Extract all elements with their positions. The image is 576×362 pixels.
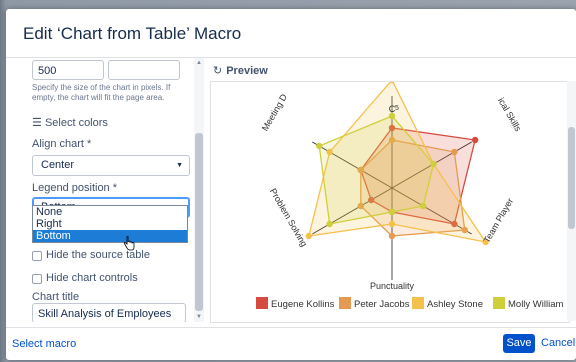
radar-axis-label: Punctuality (370, 281, 415, 291)
scroll-up-icon: ▲ (196, 60, 202, 66)
align-chart-label: Align chart * (32, 138, 92, 150)
macro-dialog: Edit ‘Chart from Table’ Macro 500 Specif… (6, 9, 576, 360)
radar-point (388, 220, 396, 228)
preview-scroll-thumb[interactable] (568, 127, 575, 229)
hide-source-checkbox[interactable] (32, 251, 42, 261)
radar-point (388, 232, 396, 240)
dropdown-option-right[interactable]: Right (33, 218, 187, 230)
select-macro-link[interactable]: Select macro (12, 338, 76, 350)
dropdown-option-none[interactable]: None (33, 206, 187, 218)
radar-scale-tick: 5 (395, 105, 399, 112)
chart-preview: ical Skills Team Player Punctuality Problem… (210, 81, 570, 323)
legend-label: Peter Jacobs (354, 299, 410, 310)
legend-swatch (256, 297, 268, 309)
list-icon: ☰ (32, 117, 42, 129)
radar-axis-label: Meeting D (260, 92, 289, 133)
width-hint: Specify the size of the chart in pixels.… (32, 83, 171, 102)
chart-title-label: Chart title (32, 291, 80, 303)
footer-divider (6, 327, 576, 328)
cancel-button[interactable]: Cancel (541, 334, 575, 353)
hide-controls-checkbox[interactable] (32, 274, 42, 284)
preview-heading[interactable]: ↻ Preview (213, 64, 268, 77)
dropdown-option-bottom[interactable]: Bottom (33, 230, 187, 242)
dropdown-caret-icon: ▼ (176, 162, 183, 169)
dialog-title: Edit ‘Chart from Table’ Macro (23, 24, 242, 43)
legend-position-dropdown: None Right Bottom (32, 205, 188, 243)
radar-point (419, 202, 427, 210)
radar-point (316, 142, 323, 150)
scroll-thumb[interactable] (195, 133, 203, 311)
radar-point (388, 208, 396, 216)
radar-axis-label: Team Player (482, 196, 516, 244)
legend-position-label: Legend position * (32, 182, 118, 194)
legend-swatch (493, 297, 505, 309)
settings-panel: 500 Specify the size of the chart in pix… (6, 58, 203, 322)
select-colors-label: Select colors (44, 117, 108, 129)
select-colors-link[interactable]: ☰ Select colors (32, 116, 108, 129)
settings-scrollbar[interactable]: ▲ ▼ (194, 58, 204, 322)
save-button[interactable]: Save (503, 334, 535, 353)
hide-controls-label: Hide chart controls (46, 272, 138, 284)
radar-point (326, 220, 333, 228)
width-input[interactable]: 500 (32, 60, 104, 80)
radar-axis-label: ical Skills (496, 96, 523, 133)
align-chart-select[interactable]: Center ▼ (32, 155, 190, 176)
chart-title-input[interactable]: Skill Analysis of Employees (32, 303, 186, 322)
legend-swatch (412, 297, 424, 309)
legend-label: Molly William (508, 299, 564, 310)
legend-label: Eugene Kollins (271, 299, 335, 310)
scroll-down-icon: ▼ (196, 314, 202, 320)
preview-scrollbar[interactable] (567, 81, 576, 321)
legend-label: Ashley Stone (427, 299, 483, 310)
refresh-icon: ↻ (213, 65, 223, 77)
align-chart-value: Center (41, 159, 75, 171)
radar-point (451, 148, 458, 156)
radar-point (471, 136, 479, 144)
radar-axis-label: Problem Solving (268, 187, 309, 249)
radar-chart: ical Skills Team Player Punctuality Problem… (256, 82, 564, 310)
hand-cursor-icon (123, 236, 135, 251)
legend-swatch (339, 297, 351, 309)
preview-label: Preview (226, 65, 268, 77)
radar-point (430, 160, 437, 168)
width-unit-input[interactable] (108, 60, 180, 80)
